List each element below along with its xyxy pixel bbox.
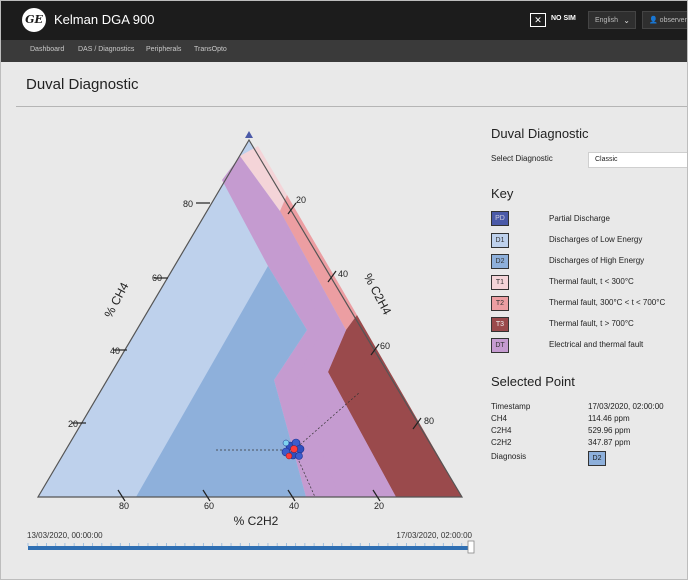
timestamp-value: 17/03/2020, 02:00:00 (588, 402, 664, 411)
data-point[interactable] (282, 439, 290, 447)
tick-label-right: 40 (338, 269, 348, 279)
diagnostic-select-value: Classic (595, 156, 618, 163)
key-title: Key (491, 186, 514, 201)
key-swatch-t1: T1 (491, 275, 509, 290)
timeline-ticks (27, 543, 472, 546)
key-label-dt: Electrical and thermal fault (549, 340, 644, 349)
tick-label-left: 20 (68, 419, 78, 429)
zone-pd (245, 131, 253, 138)
c2h4-label: C2H4 (491, 426, 512, 435)
diagnosis-label: Diagnosis (491, 452, 527, 461)
tick-label-right: 20 (296, 195, 306, 205)
tick-label-bottom: 40 (289, 501, 299, 511)
selected-point-title: Selected Point (491, 374, 575, 389)
data-point[interactable] (295, 452, 303, 460)
timeline-start: 13/03/2020, 00:00:00 (27, 531, 103, 540)
tick-label-right: 80 (424, 416, 434, 426)
key-label-t1: Thermal fault, t < 300°C (549, 277, 634, 286)
key-swatch-t2: T2 (491, 296, 509, 311)
tick-label-left: 60 (152, 273, 162, 283)
c2h4-value: 529.96 ppm (588, 426, 631, 435)
tick-label-bottom: 80 (119, 501, 129, 511)
key-swatch-pd: PD (491, 211, 509, 226)
key-label-pd: Partial Discharge (549, 214, 610, 223)
timeline-end: 17/03/2020, 02:00:00 (396, 531, 472, 540)
key-swatch-d1: D1 (491, 233, 509, 248)
timeline-fill (28, 546, 471, 550)
panel-title: Duval Diagnostic (491, 126, 589, 141)
diagnostic-select[interactable]: Classic (588, 152, 688, 168)
key-swatch-t3: T3 (491, 317, 509, 332)
ch4-label: CH4 (491, 414, 508, 423)
data-point[interactable] (285, 452, 293, 460)
key-swatch-dt: DT (491, 338, 509, 353)
c2h2-value: 347.87 ppm (588, 438, 631, 447)
diagnosis-badge: D2 (588, 451, 606, 466)
key-label-d1: Discharges of Low Energy (549, 235, 643, 244)
select-diagnostic-label: Select Diagnostic (491, 154, 553, 163)
key-label-t3: Thermal fault, t > 700°C (549, 319, 634, 328)
axis-label-c2h4: % C2H4 (361, 271, 394, 317)
tick-label-right: 60 (380, 341, 390, 351)
duval-triangle-chart: 80 60 40 20 20 40 60 80 80 60 40 20 % CH… (27, 131, 475, 554)
key-swatch-d2: D2 (491, 254, 509, 269)
axis-label-c2h2: % C2H2 (234, 514, 279, 528)
key-label-t2: Thermal fault, 300°C < t < 700°C (549, 298, 666, 307)
timeline-handle[interactable] (467, 540, 475, 554)
axis-label-ch4: % CH4 (101, 280, 131, 320)
tick-label-bottom: 60 (204, 501, 214, 511)
tick-label-left: 80 (183, 199, 193, 209)
ch4-value: 114.46 ppm (588, 414, 630, 423)
data-point[interactable] (290, 445, 298, 453)
c2h2-label: C2H2 (491, 438, 512, 447)
tick-label-left: 40 (110, 346, 120, 356)
tick-label-bottom: 20 (374, 501, 384, 511)
timestamp-label: Timestamp (491, 402, 531, 411)
key-label-d2: Discharges of High Energy (549, 256, 645, 265)
